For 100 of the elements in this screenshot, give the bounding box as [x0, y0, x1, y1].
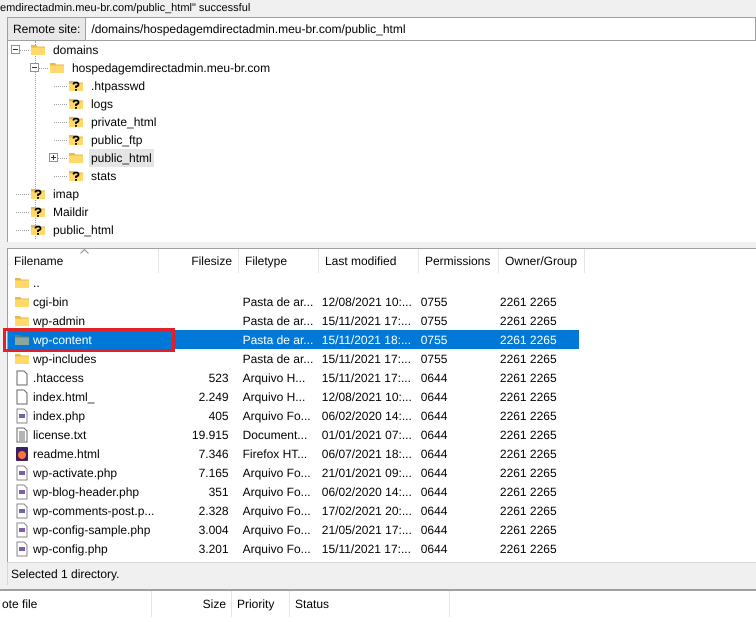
owner-cell-text: 2261 2265 [500, 464, 557, 482]
collapse-toggle-icon[interactable] [30, 63, 39, 72]
remote-path-field[interactable]: /domains/hospedagemdirectadmin.meu-br.com/public_html [86, 17, 756, 41]
permissions-cell-text: 0644 [420, 502, 448, 520]
file-row[interactable]: wp-content Pasta de ar... 15/11/2021 18:... 0755 2261 2265 [8, 330, 579, 349]
column-header[interactable]: Priority [232, 591, 290, 617]
filesize-cell-text: 523 [208, 370, 229, 386]
question-folder-icon [30, 204, 46, 220]
tree-item[interactable]: public_ftp [89, 131, 144, 149]
modified-cell-text: 15/11/2021 18:... [322, 332, 411, 348]
modified-cell-text: 15/11/2021 17:... [322, 540, 411, 558]
column-header[interactable]: Permissions [419, 249, 499, 273]
permissions-cell-text: 0644 [420, 370, 448, 386]
permissions-cell-text: 0644 [420, 540, 448, 558]
column-header[interactable]: Last modified [319, 249, 419, 273]
script-file-icon [14, 408, 30, 424]
column-header[interactable]: Filetype [239, 249, 319, 273]
tree-item[interactable]: logs [89, 95, 116, 113]
column-header[interactable]: Filesize [159, 249, 239, 273]
expand-toggle-icon[interactable] [49, 153, 58, 162]
file-row[interactable]: wp-config.php 3.201 Arquivo Fo... 15/11/2021 17:... 0644 2261 2265 [8, 539, 579, 558]
permissions-cell-text: 0644 [420, 522, 448, 538]
browser-file-icon [14, 446, 30, 462]
column-header[interactable]: Status [290, 591, 450, 617]
tree-item[interactable]: public_html [89, 149, 154, 167]
filetype-cell-text: Arquivo H... [242, 370, 306, 386]
tree-item[interactable]: imap [51, 185, 82, 203]
filesize-cell-text: 19.915 [192, 426, 229, 444]
question-folder-icon [68, 114, 84, 130]
remote-site-label: Remote site: [7, 17, 86, 41]
modified-cell-text: 17/02/2021 20:... [322, 502, 412, 520]
modified-cell-text: 15/11/2021 17:... [322, 312, 411, 330]
permissions-cell-text: 0644 [420, 408, 448, 424]
column-header[interactable]: Filename [8, 249, 159, 273]
file-row[interactable]: readme.html 7.346 Firefox HT... 06/07/2021 18:... 0644 2261 2265 [8, 444, 579, 463]
tree-item[interactable]: domains [51, 41, 100, 59]
tree-item[interactable]: private_html [89, 113, 158, 131]
tree-item[interactable]: Maildir [51, 203, 90, 221]
filetype-cell-text: Arquivo Fo... [242, 408, 311, 424]
text-file-icon [14, 426, 30, 442]
file-row[interactable]: .. [8, 273, 579, 292]
question-folder-icon [68, 132, 84, 148]
column-header[interactable]: Size [152, 591, 232, 617]
tree-item[interactable]: public_html [51, 221, 116, 239]
modified-cell-text: 06/07/2021 18:... [322, 446, 412, 462]
filesize-cell-text: 7.165 [198, 464, 229, 482]
filetype-cell-text: Arquivo Fo... [242, 464, 311, 482]
modified-cell-text: 15/11/2021 17:... [322, 350, 411, 368]
file-row[interactable]: .htaccess 523 Arquivo H... 15/11/2021 17:... 0644 2261 2265 [8, 368, 579, 387]
filename-cell-text: wp-comments-post.p... [33, 502, 154, 520]
filetype-cell-text: Firefox HT... [242, 446, 308, 462]
permissions-cell-text: 0755 [420, 332, 448, 348]
filename-cell-text: wp-config-sample.php [33, 522, 150, 538]
tree-item[interactable]: hospedagemdirectadmin.meu-br.com [70, 59, 272, 77]
column-header[interactable]: ote file [0, 591, 152, 617]
permissions-cell-text: 0755 [420, 312, 448, 330]
filename-cell-text: .htaccess [33, 370, 84, 386]
file-icon [14, 370, 30, 386]
file-row[interactable]: wp-includes Pasta de ar... 15/11/2021 17:... 0755 2261 2265 [8, 349, 579, 368]
file-row[interactable]: license.txt 19.915 Document... 01/01/2021 07:... 0644 2261 2265 [8, 425, 579, 444]
file-row[interactable]: index.html_ 2.249 Arquivo H... 12/08/2021 10:... 0644 2261 2265 [8, 387, 579, 406]
tree-item[interactable]: stats [89, 167, 118, 185]
file-row[interactable]: wp-blog-header.php 351 Arquivo Fo... 06/02/2020 14:... 0644 2261 2265 [8, 482, 579, 501]
filename-cell-text: wp-blog-header.php [33, 484, 140, 500]
filesize-cell-text: 405 [208, 408, 229, 424]
permissions-cell-text: 0644 [420, 484, 448, 500]
owner-cell-text: 2261 2265 [500, 540, 557, 558]
sort-caret-icon [80, 249, 89, 254]
file-row[interactable]: wp-config-sample.php 3.004 Arquivo Fo... 21/05/2021 17:... 0644 2261 2265 [8, 520, 579, 539]
script-file-icon [14, 484, 30, 500]
file-row[interactable]: cgi-bin Pasta de ar... 12/08/2021 10:... 0755 2261 2265 [8, 292, 579, 311]
filename-cell-text: license.txt [33, 426, 86, 444]
file-row[interactable]: index.php 405 Arquivo Fo... 06/02/2020 14:... 0644 2261 2265 [8, 406, 579, 425]
filesize-cell-text: 2.249 [198, 388, 229, 406]
collapse-toggle-icon[interactable] [11, 45, 20, 54]
filesize-cell-text: 7.346 [198, 446, 229, 462]
owner-cell-text: 2261 2265 [500, 388, 557, 406]
question-folder-icon [68, 168, 84, 184]
permissions-cell-text: 0644 [420, 446, 448, 462]
filename-cell-text: wp-content [33, 332, 92, 348]
filename-cell-text: cgi-bin [33, 294, 68, 310]
modified-cell-text: 21/05/2021 17:... [322, 522, 412, 538]
filetype-cell-text: Arquivo Fo... [242, 484, 311, 500]
script-file-icon [14, 540, 30, 556]
filetype-cell-text: Pasta de ar... [242, 350, 314, 368]
column-header[interactable]: Owner/Group [499, 249, 585, 273]
permissions-cell-text: 0644 [420, 426, 448, 444]
modified-cell-text: 12/08/2021 10:... [322, 294, 412, 310]
filename-cell-text: wp-includes [33, 350, 96, 368]
modified-cell-text: 12/08/2021 10:... [322, 388, 412, 406]
file-row[interactable]: wp-comments-post.p... 2.328 Arquivo Fo... 17/02/2021 20:... 0644 2261 2265 [8, 501, 579, 520]
owner-cell-text: 2261 2265 [500, 294, 557, 310]
filetype-cell-text: Arquivo Fo... [242, 522, 311, 538]
script-file-icon [14, 464, 30, 480]
tree-item[interactable]: .htpasswd [89, 77, 148, 95]
owner-cell-text: 2261 2265 [500, 370, 557, 386]
permissions-cell-text: 0644 [420, 388, 448, 406]
file-row[interactable]: wp-activate.php 7.165 Arquivo Fo... 21/01/2021 09:... 0644 2261 2265 [8, 463, 579, 482]
file-row[interactable]: wp-admin Pasta de ar... 15/11/2021 17:... 0755 2261 2265 [8, 311, 579, 330]
owner-cell-text: 2261 2265 [500, 332, 557, 348]
